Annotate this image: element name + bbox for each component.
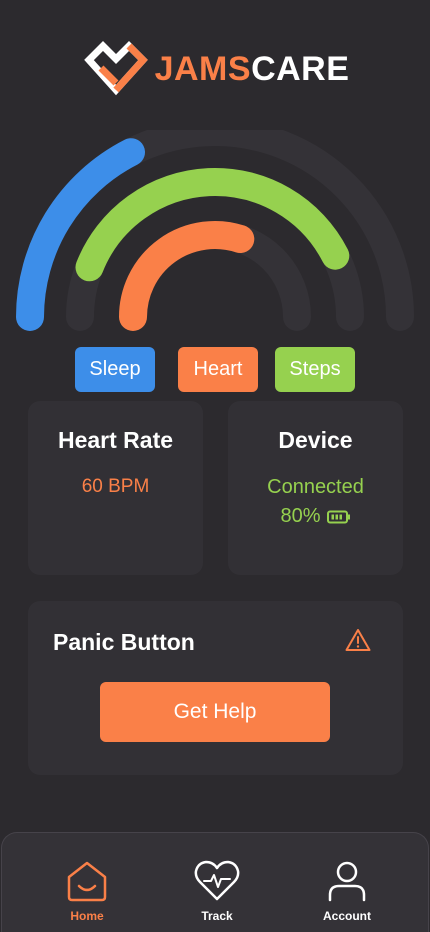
get-help-button[interactable]: Get Help [100,682,330,742]
battery-percent: 80% [280,505,321,527]
heart-rate-card[interactable]: Heart Rate 60 BPM [28,401,203,575]
brand-name-part2: CARE [251,49,350,88]
battery-icon [326,510,350,523]
bottom-nav: Home Track Account [1,832,429,932]
heart-ring [119,221,255,331]
nav-account[interactable]: Account [302,859,392,929]
sleep-chip[interactable]: Sleep [75,347,155,392]
heart-pulse-icon [194,860,240,901]
heart-chip[interactable]: Heart [178,347,258,392]
heart-rate-title: Heart Rate [57,427,174,453]
activity-rings [16,130,414,331]
heart-rate-value: 60 BPM [81,476,150,497]
home-icon [67,861,107,902]
steps-chip[interactable]: Steps [275,347,355,392]
device-title: Device [278,427,353,453]
brand-name-part1: JAMS [154,49,252,88]
device-status: Connected [267,476,364,498]
logo-heart-icon [83,41,148,96]
panic-card: Panic Button Get Help [28,601,403,775]
nav-home-label: Home [70,909,104,923]
nav-account-label: Account [323,909,371,923]
warning-icon [345,629,371,651]
app-logo: JAMSCARE [0,38,430,100]
nav-track-label: Track [201,909,233,923]
device-card[interactable]: Device Connected 80% [228,401,403,575]
device-battery: 80% [228,505,403,528]
nav-track[interactable]: Track [172,859,262,929]
metric-chips: Sleep Heart Steps [0,347,430,392]
panic-title: Panic Button [53,629,195,655]
brand-name: JAMSCARE [155,50,350,89]
nav-home[interactable]: Home [42,859,132,929]
user-icon [328,861,366,902]
